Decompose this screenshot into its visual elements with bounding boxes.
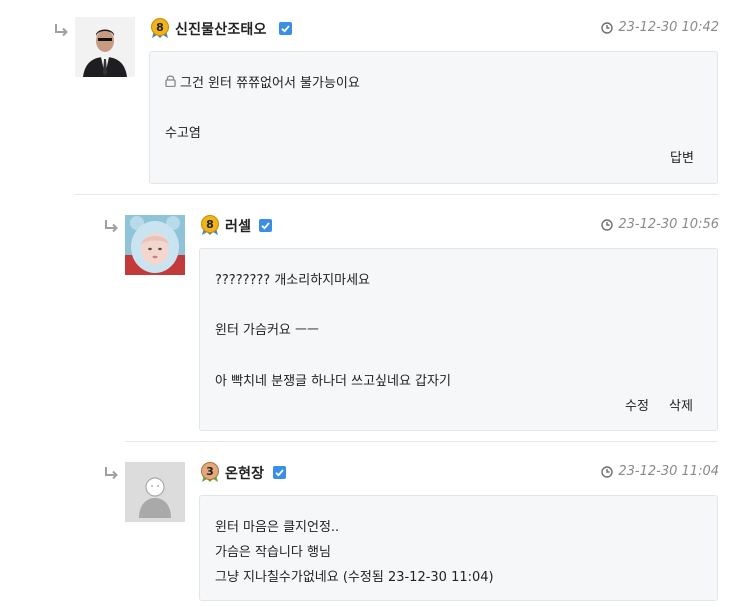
avatar[interactable] (75, 17, 135, 77)
author-nickname[interactable]: 신진물산조태오 (175, 19, 267, 39)
comment-line: 그건 윈터 쮸쮸없어서 불가능이요 (180, 76, 360, 91)
level-badge-icon: 8 (201, 215, 219, 235)
author-nickname[interactable]: 러셀 (225, 216, 251, 236)
lock-icon (165, 75, 176, 87)
edit-button[interactable]: 수정 (625, 395, 649, 414)
comment-datetime: 23-12-30 10:56 (601, 217, 719, 232)
reply-arrow-icon (105, 220, 118, 233)
verified-check-icon (273, 466, 286, 479)
level-badge-icon: 8 (151, 18, 169, 38)
avatar[interactable] (125, 462, 185, 522)
author-nickname[interactable]: 온현장 (225, 463, 264, 483)
reply-arrow-icon (105, 467, 118, 480)
comment-body: 윈터 마음은 클지언정.. 가슴은 작습니다 행님 그냥 지나칠수가없네요 (수… (199, 495, 718, 601)
comment-line: 윈터 마음은 클지언정.. (215, 520, 340, 535)
comment-line: 윈터 가슴커요 ㅡㅡ (215, 323, 319, 338)
comment-line: ???????? 개소리하지마세요 (215, 273, 371, 288)
svg-text:8: 8 (206, 218, 214, 231)
divider (75, 194, 718, 195)
comment-body: ???????? 개소리하지마세요 윈터 가슴커요 ㅡㅡ 아 빡치네 분쟁글 하… (199, 248, 718, 431)
divider (125, 441, 718, 442)
comment-line: 수고염 (165, 126, 201, 141)
comment-line: 아 빡치네 분쟁글 하나더 쓰고싶네요 갑자기 (215, 374, 451, 389)
clock-icon (601, 21, 614, 34)
verified-check-icon (279, 22, 292, 35)
reply-button[interactable]: 답변 (670, 147, 694, 166)
level-badge-icon: 3 (201, 462, 219, 482)
comment-datetime: 23-12-30 10:42 (601, 20, 719, 35)
delete-button[interactable]: 삭제 (669, 395, 693, 414)
comment-body: 그건 윈터 쮸쮸없어서 불가능이요 수고염 답변 (149, 51, 718, 184)
avatar[interactable] (125, 215, 185, 275)
clock-icon (601, 465, 614, 478)
clock-icon (601, 218, 614, 231)
verified-check-icon (259, 219, 272, 232)
svg-text:3: 3 (206, 465, 214, 478)
comment-line: 그냥 지나칠수가없네요 (수정됨 23-12-30 11:04) (215, 570, 494, 585)
comment-datetime: 23-12-30 11:04 (601, 464, 719, 479)
svg-text:8: 8 (156, 21, 164, 34)
reply-arrow-icon (55, 24, 68, 37)
comment-line: 가슴은 작습니다 행님 (215, 545, 331, 560)
